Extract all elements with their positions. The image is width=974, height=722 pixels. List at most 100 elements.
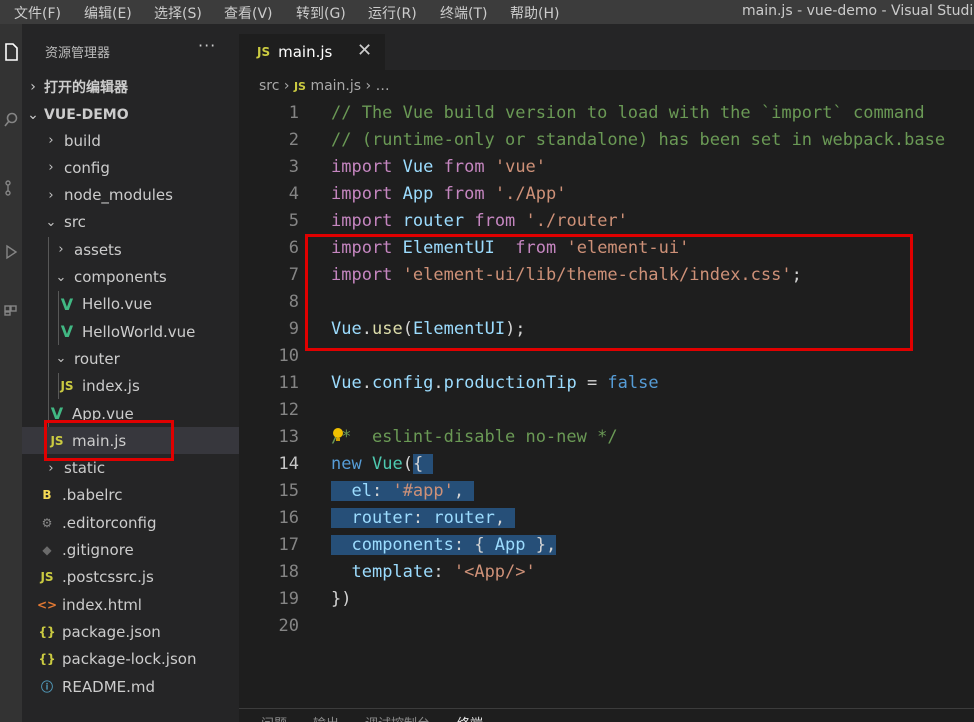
tree-item[interactable]: › assets: [22, 236, 239, 263]
highlight-box: [44, 420, 174, 461]
line-number: 13: [278, 427, 299, 447]
tree-item[interactable]: {} package-lock.json: [22, 646, 239, 673]
menu-help[interactable]: 帮助(H): [510, 3, 559, 23]
explorer-title: 资源管理器: [45, 46, 111, 61]
tree-item[interactable]: V Hello.vue: [22, 291, 239, 318]
lightbulb-icon[interactable]: [332, 427, 344, 447]
tree-item[interactable]: {} package.json: [22, 618, 239, 645]
tree-item-label: index.html: [62, 595, 142, 614]
tree-item[interactable]: › config: [22, 154, 239, 181]
panel-tab-problems[interactable]: 问题: [261, 713, 287, 722]
breadcrumb-file[interactable]: main.js: [310, 78, 361, 94]
tree-item[interactable]: <> index.html: [22, 591, 239, 618]
tree-item-label: package-lock.json: [62, 650, 197, 669]
breadcrumb-symbol[interactable]: …: [376, 78, 390, 94]
extensions-icon[interactable]: [0, 296, 22, 320]
chevron-right-icon: ›: [48, 160, 54, 176]
tree-item[interactable]: JS .postcssrc.js: [22, 564, 239, 591]
tree-item[interactable]: ⌄ router: [22, 345, 239, 372]
line-number: 5: [288, 211, 299, 231]
chevron-right-icon: ›: [30, 79, 36, 95]
menu-selection[interactable]: 选择(S): [154, 3, 202, 23]
breadcrumb-folder[interactable]: src: [259, 78, 279, 94]
tree-item-label: package.json: [62, 622, 161, 641]
source-control-icon[interactable]: [0, 176, 22, 200]
chevron-right-icon: ›: [48, 133, 54, 148]
highlight-box: [305, 234, 913, 351]
code-line: 16 router: router,: [239, 505, 974, 532]
menu-file[interactable]: 文件(F): [14, 3, 61, 23]
chevron-right-icon: ›: [48, 187, 54, 203]
panel-tab-terminal[interactable]: 终端: [457, 713, 483, 722]
line-number: 14: [278, 454, 299, 474]
more-actions-button[interactable]: ···: [198, 36, 216, 55]
tree-item-label: router: [74, 349, 120, 368]
babel-icon: B: [42, 488, 52, 503]
tree-item[interactable]: ⓘ README.md: [22, 673, 239, 700]
tree-item[interactable]: ⌄ components: [22, 264, 239, 291]
panel-tabs: 问题 输出 调试控制台 终端: [239, 708, 974, 722]
open-editors-section[interactable]: › 打开的编辑器: [22, 76, 239, 98]
code-text: components: { App },: [331, 532, 557, 559]
gear-icon: ⚙: [41, 515, 53, 530]
tree-item-label: .gitignore: [62, 541, 134, 559]
js-icon: JS: [293, 80, 306, 93]
code-text: /* eslint-disable no-new */: [331, 427, 618, 447]
panel-tab-output[interactable]: 输出: [313, 713, 339, 722]
menu-terminal[interactable]: 终端(T): [440, 3, 487, 23]
line-number: 9: [288, 319, 299, 339]
tab-main-js[interactable]: JS main.js ✕: [239, 34, 385, 70]
code-line: 5 import router from './router': [239, 208, 974, 235]
close-icon[interactable]: ✕: [357, 40, 372, 61]
chevron-right-icon: ›: [58, 242, 64, 258]
open-editors-label: 打开的编辑器: [44, 80, 128, 96]
code-text: new Vue({: [331, 454, 434, 474]
tree-item-label: build: [64, 131, 101, 150]
line-number: 12: [278, 400, 299, 420]
menu-edit[interactable]: 编辑(E): [84, 3, 132, 23]
project-section[interactable]: ⌄ VUE-DEMO: [22, 104, 239, 126]
code-editor[interactable]: 1 // The Vue build version to load with t…: [239, 98, 974, 708]
menu-view[interactable]: 查看(V): [224, 3, 273, 23]
code-line: 11 Vue.config.productionTip = false: [239, 370, 974, 397]
title-bar: 文件(F) 编辑(E) 选择(S) 查看(V) 转到(G) 运行(R) 终端(T…: [0, 0, 974, 24]
search-icon[interactable]: [0, 108, 22, 132]
code-line: 12: [239, 397, 974, 424]
tree-item-label: .editorconfig: [62, 513, 157, 532]
tree-item[interactable]: B .babelrc: [22, 482, 239, 509]
tree-item[interactable]: JS index.js: [22, 373, 239, 400]
panel-tab-debug-console[interactable]: 调试控制台: [365, 713, 430, 722]
explorer-icon[interactable]: [0, 40, 22, 64]
tree-item[interactable]: › node_modules: [22, 182, 239, 209]
tree-item[interactable]: ⌄ src: [22, 209, 239, 236]
js-icon: JS: [40, 570, 54, 585]
chevron-down-icon: ⌄: [55, 269, 67, 285]
code-line: 19}): [239, 586, 974, 613]
breadcrumb: src › JS main.js › …: [259, 78, 390, 94]
json-icon: {}: [38, 652, 56, 667]
line-number: 18: [278, 562, 299, 582]
tree-item[interactable]: V HelloWorld.vue: [22, 318, 239, 345]
code-line: 18 template: '<App/>': [239, 559, 974, 586]
chevron-down-icon: ⌄: [27, 107, 39, 123]
menu-go[interactable]: 转到(G): [296, 3, 346, 23]
tab-label: main.js: [278, 43, 333, 61]
code-text: Vue.config.productionTip = false: [331, 373, 659, 393]
menu-run[interactable]: 运行(R): [368, 3, 417, 23]
code-line: 14 new Vue({: [239, 451, 974, 478]
code-line: 17 components: { App },: [239, 532, 974, 559]
run-debug-icon[interactable]: [0, 240, 22, 264]
line-number: 17: [278, 535, 299, 555]
code-line: 2 // (runtime-only or standalone) has bee…: [239, 127, 974, 154]
tree-item[interactable]: › build: [22, 127, 239, 154]
tree-item[interactable]: ◆ .gitignore: [22, 537, 239, 564]
line-number: 4: [288, 184, 299, 204]
tree-item[interactable]: ⚙ .editorconfig: [22, 509, 239, 536]
line-number: 6: [288, 238, 299, 258]
chevron-down-icon: ⌄: [45, 214, 57, 230]
code-line: 20: [239, 613, 974, 640]
code-line: 3 import Vue from 'vue': [239, 154, 974, 181]
code-line: 15 el: '#app',: [239, 478, 974, 505]
js-icon: JS: [60, 379, 74, 394]
line-number: 15: [278, 481, 299, 501]
